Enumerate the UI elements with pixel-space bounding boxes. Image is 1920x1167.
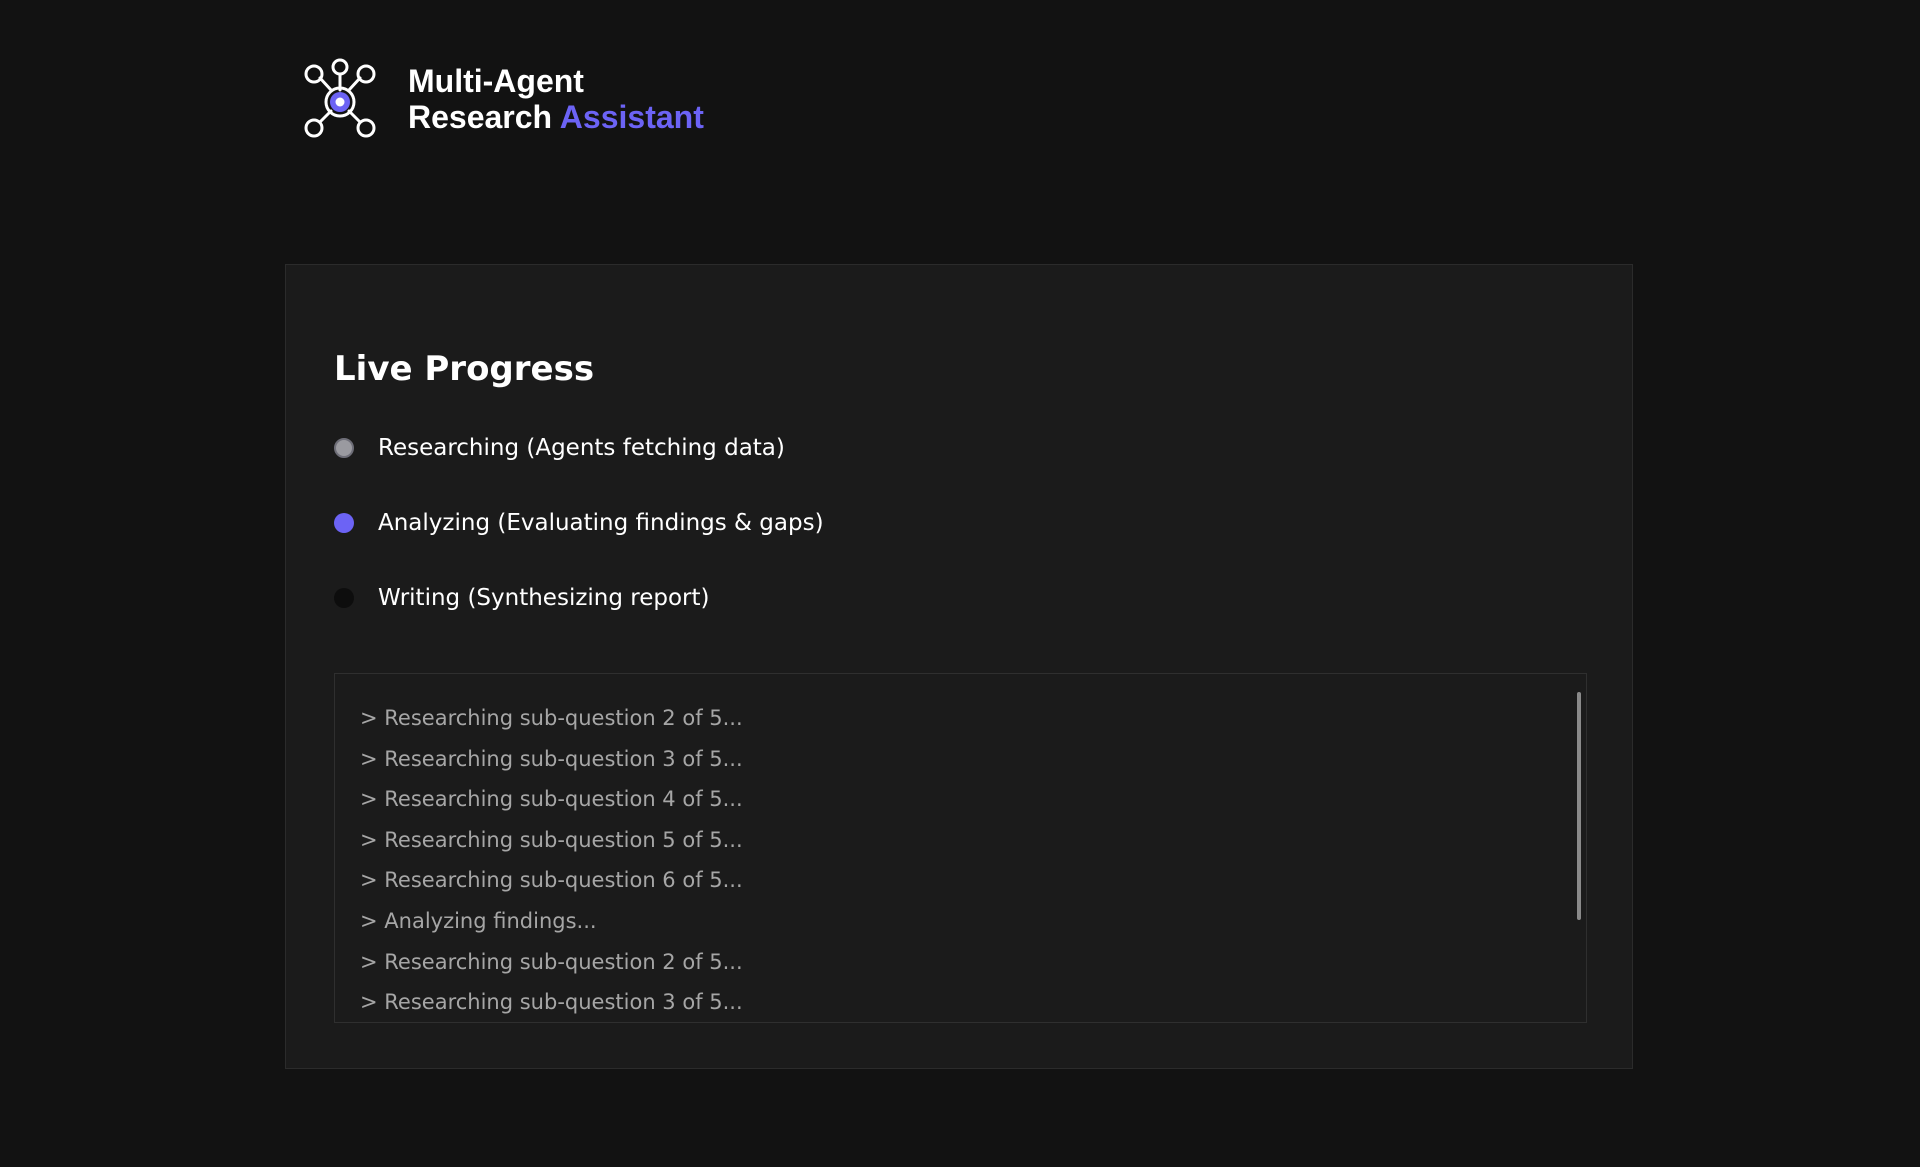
app-header: Multi-Agent Research Assistant [300,56,704,142]
step-researching: Researching (Agents fetching data) [334,431,824,465]
step-analyzing: Analyzing (Evaluating findings & gaps) [334,506,824,540]
progress-steps: Researching (Agents fetching data) Analy… [334,431,824,656]
step-status-dot-done [334,438,354,458]
network-nodes-icon [300,56,380,142]
log-line: > Researching sub-question 3 of 5... [360,990,743,1015]
step-label: Analyzing (Evaluating findings & gaps) [378,510,824,536]
step-status-dot-active [334,513,354,533]
live-progress-panel: Live Progress Researching (Agents fetchi… [285,264,1633,1069]
log-line: > Researching sub-question 6 of 5... [360,868,743,893]
log-line: > Researching sub-question 2 of 5... [360,949,743,974]
activity-log[interactable]: > Researching sub-question 2 of 5... > R… [334,673,1587,1023]
step-label: Writing (Synthesizing report) [378,585,710,611]
log-line: > Researching sub-question 5 of 5... [360,827,743,852]
page: Multi-Agent Research Assistant Live Prog… [0,0,1920,1167]
log-scrollbar[interactable] [1577,692,1581,920]
app-title: Multi-Agent Research Assistant [408,63,704,135]
log-line: > Researching sub-question 2 of 5... [360,706,743,730]
step-label: Researching (Agents fetching data) [378,435,785,461]
log-line: > Researching sub-question 4 of 5... [360,787,743,812]
app-title-accent: Assistant [559,99,704,135]
app-title-line2: Research Assistant [408,99,704,135]
log-lines: > Researching sub-question 2 of 5... > R… [360,698,743,1022]
panel-title: Live Progress [334,349,595,389]
step-writing: Writing (Synthesizing report) [334,581,824,615]
app-title-research: Research [408,99,553,135]
app-title-line1: Multi-Agent [408,63,584,99]
step-status-dot-pending [334,588,354,608]
log-line: > Analyzing findings... [360,908,597,933]
log-line: > Researching sub-question 3 of 5... [360,746,743,771]
